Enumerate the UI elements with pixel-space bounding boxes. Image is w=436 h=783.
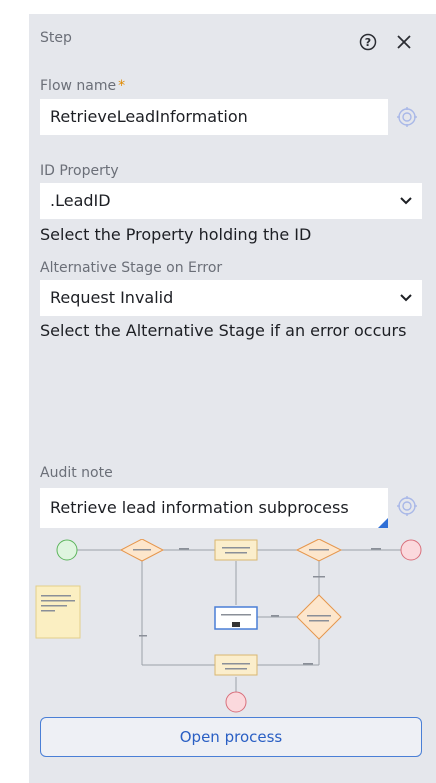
- audit-note-label: Audit note: [40, 465, 113, 481]
- target-icon[interactable]: [396, 495, 418, 517]
- open-process-button[interactable]: Open process: [40, 717, 422, 757]
- alt-stage-select[interactable]: Request Invalid: [40, 280, 422, 316]
- process-diagram-preview: [35, 539, 422, 713]
- required-mark: *: [118, 78, 126, 94]
- flow-name-label-text: Flow name: [40, 78, 117, 94]
- svg-text:?: ?: [365, 36, 371, 49]
- alt-stage-value: Request Invalid: [50, 288, 174, 307]
- help-icon[interactable]: ?: [359, 33, 377, 51]
- alt-stage-label: Alternative Stage on Error: [40, 260, 223, 276]
- step-panel: Step ? Flow name * RetrieveLeadInformatio…: [29, 14, 436, 783]
- target-icon[interactable]: [396, 106, 418, 128]
- top-strip: [0, 0, 436, 14]
- alt-stage-help: Select the Alternative Stage if an error…: [40, 321, 407, 340]
- close-icon[interactable]: [394, 32, 414, 52]
- id-property-select[interactable]: .LeadID: [40, 183, 422, 219]
- chevron-down-icon: [400, 294, 412, 302]
- chevron-down-icon: [400, 197, 412, 205]
- panel-title: Step: [40, 30, 72, 46]
- id-property-label: ID Property: [40, 163, 119, 179]
- id-property-value: .LeadID: [50, 191, 111, 210]
- audit-note-value: Retrieve lead information subprocess: [50, 498, 349, 517]
- id-property-help: Select the Property holding the ID: [40, 225, 312, 244]
- flow-name-label: Flow name *: [40, 78, 125, 94]
- audit-note-input[interactable]: Retrieve lead information subprocess: [40, 488, 388, 528]
- resize-handle[interactable]: [378, 518, 388, 528]
- flow-name-input[interactable]: RetrieveLeadInformation: [40, 99, 388, 135]
